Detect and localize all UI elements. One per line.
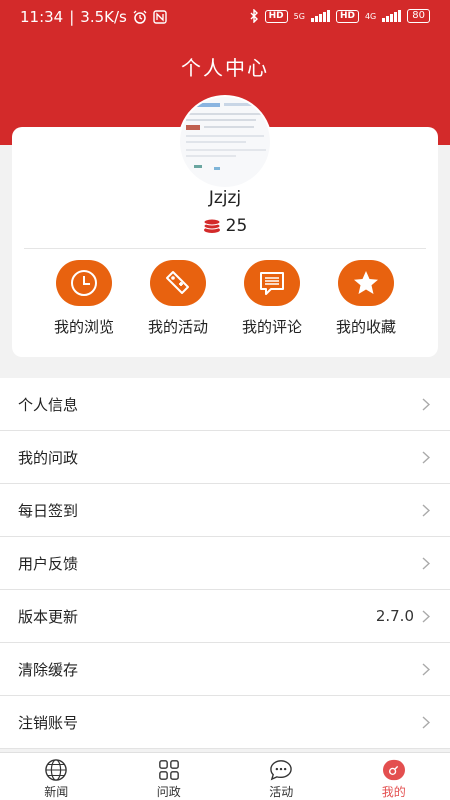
bottom-nav: 新闻 问政 活动 我的 bbox=[0, 752, 450, 800]
menu-item-profile-info[interactable]: 个人信息 bbox=[0, 378, 450, 431]
star-icon bbox=[354, 271, 378, 294]
menu-item-feedback[interactable]: 用户反馈 bbox=[0, 537, 450, 590]
chevron-right-icon bbox=[422, 398, 430, 411]
clock-icon bbox=[71, 270, 97, 296]
coin-count: 25 bbox=[225, 216, 248, 236]
signal-4g-icon bbox=[382, 10, 402, 22]
menu-item-version-update[interactable]: 版本更新 2.7.0 bbox=[0, 590, 450, 643]
tag-plus-icon bbox=[166, 271, 189, 294]
nav-label: 我的 bbox=[381, 785, 406, 799]
page-title: 个人中心 bbox=[181, 56, 269, 80]
battery-icon: 80 bbox=[407, 9, 430, 23]
menu-item-clear-cache[interactable]: 清除缓存 bbox=[0, 643, 450, 696]
chevron-right-icon bbox=[422, 557, 430, 570]
network-5g: 5G bbox=[293, 11, 305, 21]
hd-badge: HD bbox=[264, 9, 288, 23]
chevron-right-icon bbox=[422, 504, 430, 517]
nav-item-mine[interactable]: 我的 bbox=[338, 753, 450, 800]
bluetooth-icon bbox=[250, 9, 258, 23]
quick-action-history[interactable]: 我的浏览 bbox=[37, 260, 131, 337]
signal-5g-icon bbox=[310, 10, 330, 22]
network-4g: 4G bbox=[364, 11, 377, 21]
menu-item-my-inquiries[interactable]: 我的问政 bbox=[0, 431, 450, 484]
menu-item-label: 我的问政 bbox=[18, 448, 79, 467]
menu-item-label: 个人信息 bbox=[18, 395, 79, 414]
menu-item-label: 每日签到 bbox=[18, 501, 79, 520]
avatar[interactable] bbox=[178, 95, 272, 189]
globe-icon bbox=[45, 759, 68, 781]
nav-item-inquiry[interactable]: 问政 bbox=[113, 753, 226, 800]
nav-item-news[interactable]: 新闻 bbox=[0, 753, 113, 800]
chevron-right-icon bbox=[422, 610, 430, 623]
comment-icon bbox=[260, 272, 284, 295]
quick-action-favorites[interactable]: 我的收藏 bbox=[319, 260, 413, 337]
coin-balance: 25 bbox=[12, 216, 438, 236]
chevron-right-icon bbox=[422, 451, 430, 464]
profile-icon bbox=[382, 759, 405, 781]
divider bbox=[24, 248, 426, 249]
hd-badge-2: HD bbox=[335, 9, 359, 23]
avatar-image-icon bbox=[180, 97, 270, 187]
status-time: 11:34 bbox=[20, 8, 64, 26]
nav-label: 活动 bbox=[269, 785, 294, 799]
nfc-icon bbox=[153, 10, 167, 24]
status-bar: 11:34 | 3.5K/s HD 5G HD 4G 80 bbox=[0, 0, 450, 36]
nav-label: 新闻 bbox=[44, 785, 69, 799]
chat-icon bbox=[270, 760, 293, 781]
menu-item-label: 用户反馈 bbox=[18, 554, 79, 573]
quick-action-label: 我的活动 bbox=[147, 318, 208, 336]
nav-label: 问政 bbox=[156, 785, 181, 799]
status-speed: 3.5K/s bbox=[80, 8, 127, 26]
quick-action-label: 我的浏览 bbox=[53, 318, 114, 336]
alarm-icon bbox=[133, 10, 147, 24]
menu-item-label: 版本更新 bbox=[18, 607, 79, 626]
nav-item-activities[interactable]: 活动 bbox=[225, 753, 338, 800]
quick-action-comments[interactable]: 我的评论 bbox=[225, 260, 319, 337]
grid-icon bbox=[158, 760, 179, 780]
settings-menu: 个人信息 我的问政 每日签到 用户反馈 版本更新 2.7.0 清除缓存 注销账号 bbox=[0, 378, 450, 749]
menu-item-daily-checkin[interactable]: 每日签到 bbox=[0, 484, 450, 537]
quick-action-label: 我的评论 bbox=[241, 318, 302, 336]
chevron-right-icon bbox=[422, 663, 430, 676]
username: Jzjzj bbox=[208, 188, 242, 208]
quick-action-label: 我的收藏 bbox=[335, 318, 396, 336]
menu-item-label: 清除缓存 bbox=[18, 660, 79, 679]
profile-card: Jzjzj 25 我的浏览 我的活动 我的评论 我的收藏 bbox=[12, 95, 438, 357]
menu-item-delete-account[interactable]: 注销账号 bbox=[0, 696, 450, 749]
version-number: 2.7.0 bbox=[375, 607, 414, 625]
menu-item-label: 注销账号 bbox=[18, 713, 79, 732]
quick-actions: 我的浏览 我的活动 我的评论 我的收藏 bbox=[12, 260, 438, 337]
quick-action-activities[interactable]: 我的活动 bbox=[131, 260, 225, 337]
chevron-right-icon bbox=[422, 716, 430, 729]
coin-stack-icon bbox=[203, 218, 221, 233]
